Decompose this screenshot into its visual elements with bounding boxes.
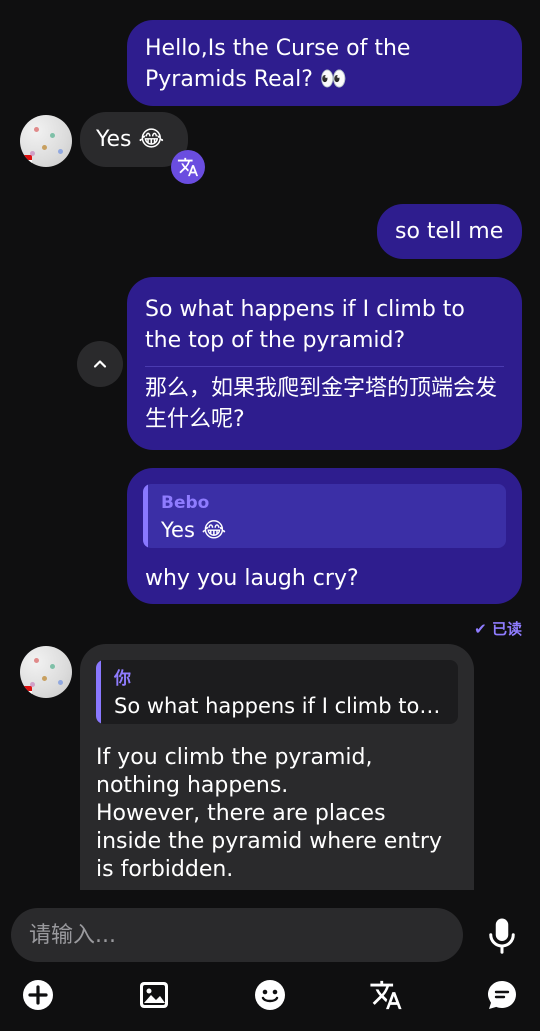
incoming-message[interactable]: 你 So what happens if I climb to th... If… <box>80 644 474 890</box>
translation-divider <box>145 366 504 367</box>
check-icon: ✔ <box>474 620 487 638</box>
quote-author: 你 <box>114 669 131 689</box>
quote-bar <box>96 660 101 724</box>
bottom-toolbar <box>0 970 540 1020</box>
add-button[interactable] <box>21 978 55 1012</box>
quote-bar <box>143 484 148 548</box>
avatar[interactable] <box>20 115 72 167</box>
image-button[interactable] <box>137 978 171 1012</box>
emoji-icon <box>255 980 285 1010</box>
image-icon <box>140 982 168 1008</box>
message-input[interactable] <box>29 908 449 962</box>
message-text: so tell me <box>395 219 504 244</box>
read-receipt: ✔ 已读 <box>474 620 522 638</box>
outgoing-message[interactable]: so tell me <box>377 204 522 259</box>
flag-icon <box>20 686 32 696</box>
quote-author: Bebo <box>161 493 210 513</box>
translate-icon <box>370 980 402 1010</box>
translate-button[interactable] <box>369 978 403 1012</box>
chat-area: Hello,Is the Curse of the Pyramids Real?… <box>0 0 540 890</box>
avatar[interactable] <box>20 646 72 698</box>
message-text: If you climb the pyramid, nothing happen… <box>96 745 442 882</box>
microphone-button[interactable] <box>484 914 520 958</box>
message-text: Hello,Is the Curse of the Pyramids Real?… <box>145 36 411 92</box>
translate-icon[interactable] <box>171 150 205 184</box>
outgoing-message[interactable]: Hello,Is the Curse of the Pyramids Real?… <box>127 20 522 106</box>
outgoing-message[interactable]: Bebo Yes 😂 why you laugh cry? <box>127 468 522 604</box>
chat-bubble-icon <box>488 981 516 1009</box>
chevron-up-icon <box>93 360 107 368</box>
quote-text: Yes 😂 <box>161 518 227 542</box>
quoted-message[interactable]: Bebo Yes 😂 <box>143 484 506 548</box>
quoted-message[interactable]: 你 So what happens if I climb to th... <box>96 660 458 724</box>
message-input-container[interactable] <box>11 908 463 962</box>
plus-circle-icon <box>23 980 53 1010</box>
translation-text: 那么，如果我爬到金字塔的顶端会发生什么呢? <box>145 376 498 432</box>
message-text: Yes 😂 <box>96 127 165 152</box>
quote-text: So what happens if I climb to th... <box>114 694 446 718</box>
flag-icon <box>20 155 32 165</box>
outgoing-message[interactable]: So what happens if I climb to the top of… <box>127 277 522 450</box>
emoji-button[interactable] <box>253 978 287 1012</box>
collapse-button[interactable] <box>77 341 123 387</box>
microphone-icon <box>489 918 515 954</box>
quick-reply-button[interactable] <box>485 978 519 1012</box>
message-text: why you laugh cry? <box>145 566 359 591</box>
message-text: So what happens if I climb to the top of… <box>145 297 465 353</box>
